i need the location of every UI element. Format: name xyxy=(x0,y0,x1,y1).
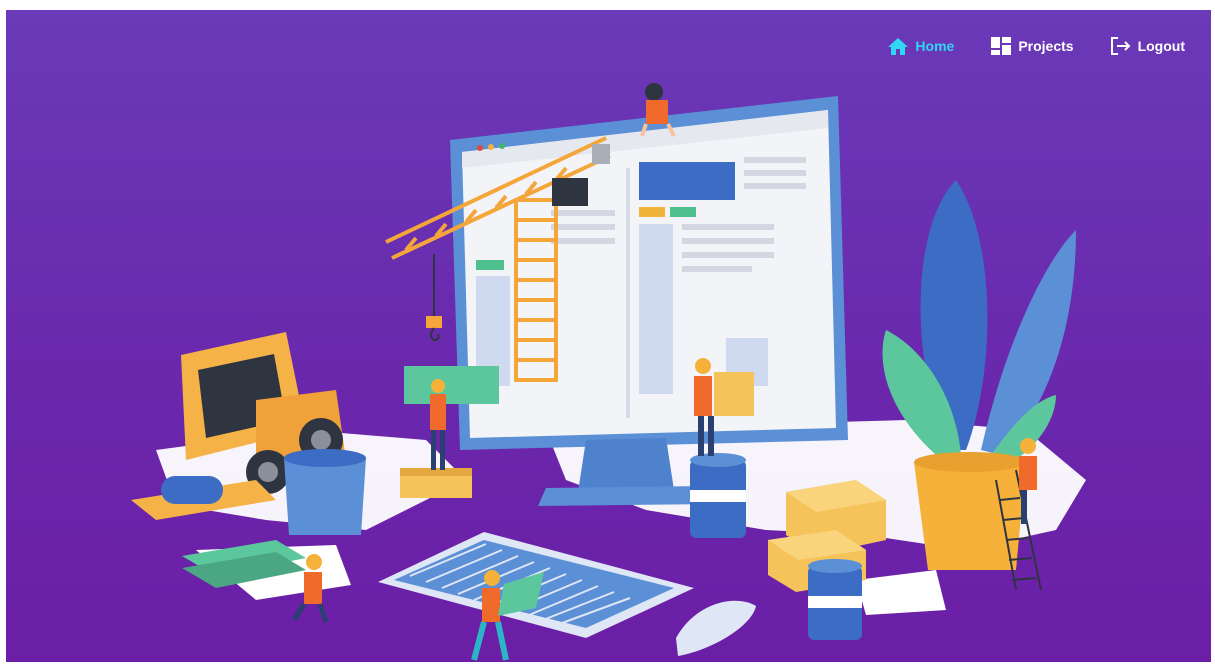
top-nav: Home Projects Logout xyxy=(887,36,1185,56)
mouse xyxy=(676,600,756,656)
barrel xyxy=(808,559,862,640)
dashboard-icon xyxy=(991,37,1012,55)
green-sign xyxy=(404,366,499,404)
nav-projects[interactable]: Projects xyxy=(990,36,1074,56)
nav-home[interactable]: Home xyxy=(887,36,954,56)
construction-illustration xyxy=(131,83,1086,661)
home-icon xyxy=(888,38,909,55)
nav-home-label: Home xyxy=(915,38,955,54)
crane-cab xyxy=(552,178,588,206)
nav-logout[interactable]: Logout xyxy=(1110,36,1185,56)
logout-icon xyxy=(1110,37,1130,55)
nav-logout-label: Logout xyxy=(1137,38,1185,54)
hero-section: Home Projects Logout xyxy=(6,10,1211,662)
nav-projects-label: Projects xyxy=(1018,38,1074,54)
bucket xyxy=(284,449,366,535)
